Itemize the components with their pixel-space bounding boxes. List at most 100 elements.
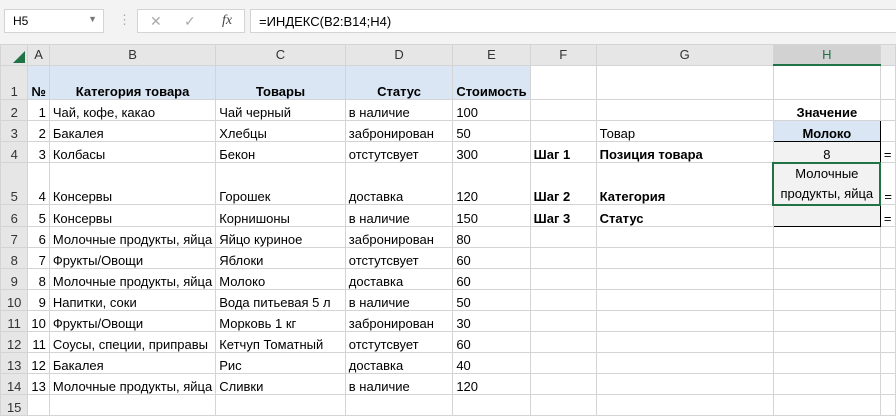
cell[interactable] (772, 267, 881, 290)
cell[interactable] (772, 393, 881, 416)
cell[interactable]: отстутсвует (344, 246, 454, 269)
cell[interactable]: 300 (452, 140, 531, 163)
cell[interactable] (215, 393, 346, 416)
cell[interactable]: 10 (27, 309, 50, 332)
cell[interactable]: Горошек (215, 162, 346, 205)
cell[interactable]: Бакалея (48, 119, 217, 142)
cell[interactable]: Молочные продукты, яйца (48, 267, 217, 290)
cell[interactable]: 4 (27, 162, 50, 205)
cell[interactable]: 60 (452, 330, 531, 353)
row-header[interactable]: 5 (0, 162, 29, 205)
cell[interactable] (595, 393, 774, 416)
cell[interactable] (48, 393, 217, 416)
cell[interactable]: Фрукты/Овощи (48, 246, 217, 269)
cell[interactable]: Консервы (48, 162, 217, 205)
cell[interactable]: 5 (27, 204, 50, 227)
cell[interactable]: доставка (344, 267, 454, 290)
cell[interactable]: Молоко (215, 267, 346, 290)
cell[interactable]: в наличие (344, 98, 454, 121)
select-all-button[interactable] (0, 44, 29, 66)
row-header[interactable]: 2 (0, 98, 29, 121)
cell[interactable] (529, 119, 597, 142)
status-value-cell[interactable] (772, 204, 881, 227)
cell[interactable] (529, 98, 597, 121)
cell[interactable] (529, 309, 597, 332)
row-header[interactable]: 6 (0, 204, 29, 227)
cell[interactable]: 8 (27, 267, 50, 290)
cell[interactable]: 9 (27, 288, 50, 311)
name-box[interactable]: H5 ▼ (4, 9, 104, 33)
cell[interactable]: в наличие (344, 372, 454, 395)
position-label[interactable]: Позиция товара (595, 140, 774, 163)
cell[interactable] (879, 393, 896, 416)
enter-icon[interactable]: ✓ (184, 13, 196, 30)
cell[interactable] (529, 267, 597, 290)
cell[interactable]: в наличие (344, 204, 454, 227)
cell[interactable] (595, 267, 774, 290)
row-header[interactable]: 15 (0, 393, 29, 416)
cell[interactable]: Колбасы (48, 140, 217, 163)
cell[interactable]: 11 (27, 330, 50, 353)
cell[interactable]: 50 (452, 119, 531, 142)
cell[interactable]: Бекон (215, 140, 346, 163)
cell[interactable]: отстутсвует (344, 330, 454, 353)
cell[interactable]: Молочные продукты, яйца (48, 372, 217, 395)
cell[interactable] (879, 64, 896, 100)
cell[interactable]: Кетчуп Томатный (215, 330, 346, 353)
row-header[interactable]: 11 (0, 309, 29, 332)
cell[interactable]: Молочные продукты, яйца (48, 225, 217, 248)
cell[interactable] (772, 288, 881, 311)
cell[interactable] (772, 330, 881, 353)
cell[interactable]: Хлебцы (215, 119, 346, 142)
cell[interactable]: Напитки, соки (48, 288, 217, 311)
cell[interactable] (879, 119, 896, 142)
cell[interactable] (772, 225, 881, 248)
header-cell[interactable]: Стоимость (452, 64, 531, 100)
category-label[interactable]: Категория (595, 162, 774, 205)
cell[interactable] (27, 393, 50, 416)
cancel-icon[interactable]: ✕ (150, 13, 162, 30)
column-header-c[interactable]: C (215, 44, 346, 66)
cell[interactable] (529, 330, 597, 353)
cell[interactable]: забронирован (344, 225, 454, 248)
cell[interactable] (595, 372, 774, 395)
header-cell[interactable]: Статус (344, 64, 454, 100)
column-header-e[interactable]: E (452, 44, 531, 66)
cell[interactable]: Соусы, специи, приправы (48, 330, 217, 353)
cell[interactable] (772, 246, 881, 269)
cell[interactable] (879, 351, 896, 374)
cell[interactable]: 2 (27, 119, 50, 142)
cell[interactable]: Бакалея (48, 351, 217, 374)
cell[interactable]: 120 (452, 162, 531, 205)
row-header[interactable]: 7 (0, 225, 29, 248)
row-header[interactable]: 10 (0, 288, 29, 311)
row-header[interactable]: 13 (0, 351, 29, 374)
row-header[interactable]: 12 (0, 330, 29, 353)
row-header[interactable]: 4 (0, 140, 29, 163)
cell[interactable] (595, 351, 774, 374)
cell[interactable] (879, 372, 896, 395)
cell[interactable] (772, 372, 881, 395)
cell[interactable]: Чай черный (215, 98, 346, 121)
cell[interactable] (529, 351, 597, 374)
position-value-cell[interactable]: 8 (772, 140, 881, 163)
cell[interactable] (529, 64, 597, 100)
cell[interactable]: Сливки (215, 372, 346, 395)
cell[interactable]: Рис (215, 351, 346, 374)
cell[interactable] (595, 288, 774, 311)
step-label[interactable]: Шаг 2 (529, 162, 597, 205)
header-cell[interactable]: Категория товара (48, 64, 217, 100)
cell[interactable]: Вода питьевая 5 л (215, 288, 346, 311)
chevron-down-icon[interactable]: ▼ (88, 14, 97, 24)
cell[interactable] (879, 288, 896, 311)
product-value-cell[interactable]: Молоко (772, 119, 881, 142)
cell[interactable] (529, 393, 597, 416)
cell[interactable]: Корнишоны (215, 204, 346, 227)
cell[interactable] (595, 309, 774, 332)
cell[interactable]: 30 (452, 309, 531, 332)
cell[interactable]: 100 (452, 98, 531, 121)
cell[interactable] (595, 246, 774, 269)
cell[interactable] (879, 98, 896, 121)
cell[interactable] (879, 246, 896, 269)
cell[interactable] (772, 351, 881, 374)
